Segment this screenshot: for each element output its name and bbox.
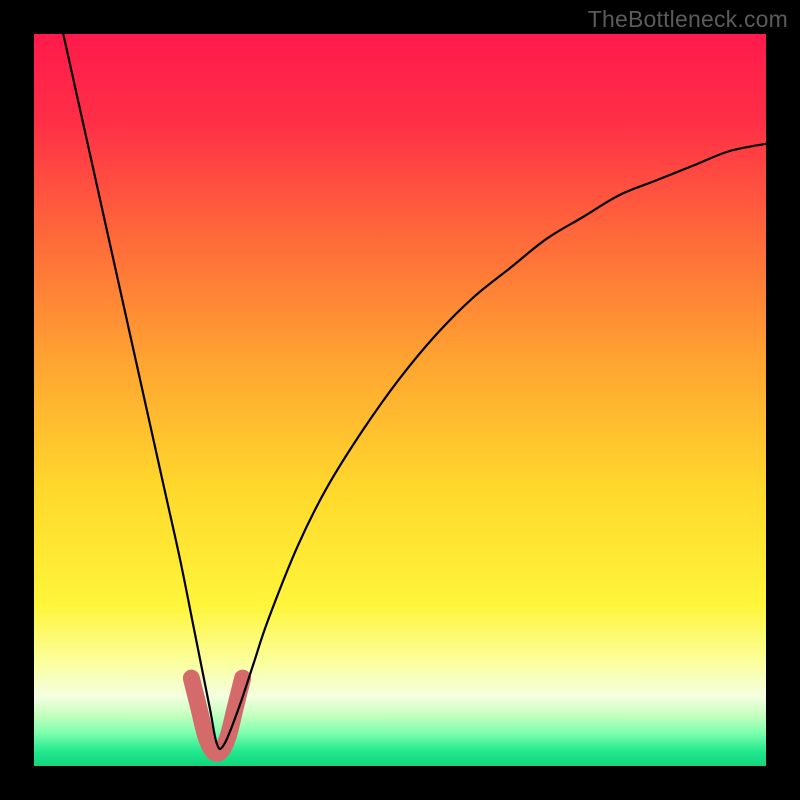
plot-area	[34, 34, 766, 766]
watermark-text: TheBottleneck.com	[588, 6, 788, 33]
chart-frame: TheBottleneck.com	[0, 0, 800, 800]
main-curve	[63, 34, 766, 749]
curve-layer	[34, 34, 766, 766]
